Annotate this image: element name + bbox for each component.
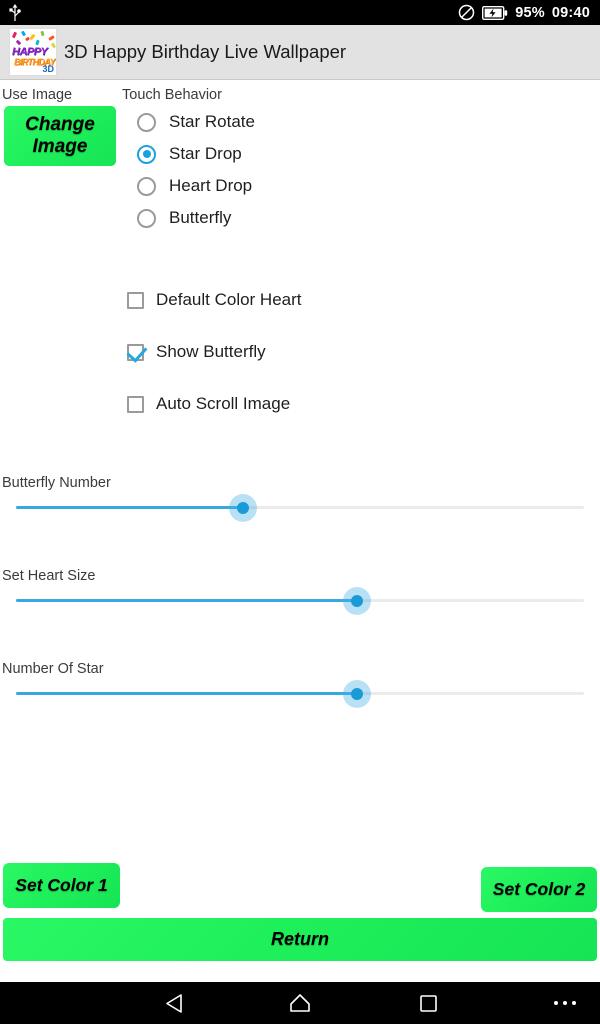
slider-set-heart-size[interactable] xyxy=(16,586,584,616)
checkbox-show-butterfly[interactable]: Show Butterfly xyxy=(127,337,266,367)
app-icon: HAPPY BIRTHDAY 3D xyxy=(9,28,57,76)
checkbox-icon[interactable] xyxy=(127,395,144,413)
checkbox-default-color-heart[interactable]: Default Color Heart xyxy=(127,285,302,315)
set-color-1-button[interactable]: Set Color 1 xyxy=(3,863,120,908)
app-screen: 95% 09:40 HAPPY BIRTHDAY 3D 3D Happy Bir… xyxy=(0,0,600,1024)
nav-back-button[interactable] xyxy=(138,982,208,1024)
return-button[interactable]: Return xyxy=(3,918,597,961)
radio-label: Butterfly xyxy=(169,208,232,227)
action-bar: HAPPY BIRTHDAY 3D 3D Happy Birthday Live… xyxy=(0,25,600,80)
battery-percent-text: 95% xyxy=(515,4,545,21)
slider-thumb[interactable] xyxy=(350,688,363,700)
navigation-bar xyxy=(0,982,600,1024)
checkbox-label: Auto Scroll Image xyxy=(156,394,291,413)
slider-fill xyxy=(16,599,357,602)
checkbox-checked-icon[interactable] xyxy=(127,343,144,361)
checkbox-label: Show Butterfly xyxy=(156,342,266,361)
recents-square-icon xyxy=(419,994,437,1012)
nav-more-button[interactable] xyxy=(540,982,590,1024)
radio-label: Heart Drop xyxy=(169,176,253,195)
radio-circle-icon[interactable] xyxy=(137,208,156,228)
status-bar: 95% 09:40 xyxy=(0,0,600,25)
checkbox-icon[interactable] xyxy=(127,291,144,309)
checkbox-label: Default Color Heart xyxy=(156,290,302,309)
clock-text: 09:40 xyxy=(551,4,590,21)
more-dots-icon xyxy=(554,1001,576,1005)
slider-butterfly-number[interactable] xyxy=(16,493,584,523)
slider-fill xyxy=(16,506,244,509)
page-title: 3D Happy Birthday Live Wallpaper xyxy=(64,41,347,62)
touch-behavior-label: Touch Behavior xyxy=(122,87,222,103)
change-image-button[interactable]: Change Image xyxy=(4,106,116,166)
nav-home-button[interactable] xyxy=(265,982,335,1024)
use-image-label: Use Image xyxy=(2,87,73,103)
slider-thumb[interactable] xyxy=(350,595,363,607)
radio-star-rotate[interactable]: Star Rotate xyxy=(137,106,255,138)
app-icon-word-3d: 3D xyxy=(42,64,54,74)
radio-circle-icon[interactable] xyxy=(137,176,156,196)
radio-label: Star Drop xyxy=(169,144,242,163)
radio-star-drop[interactable]: Star Drop xyxy=(137,138,242,170)
settings-content: Use Image Touch Behavior Change Image St… xyxy=(0,80,600,982)
nav-recents-button[interactable] xyxy=(393,982,463,1024)
usb-icon xyxy=(9,3,21,21)
radio-heart-drop[interactable]: Heart Drop xyxy=(137,170,252,202)
do-not-disturb-icon xyxy=(459,4,475,21)
status-bar-left xyxy=(8,3,22,22)
radio-circle-icon[interactable] xyxy=(137,112,156,132)
checkbox-auto-scroll-image[interactable]: Auto Scroll Image xyxy=(127,389,290,419)
number-of-star-label: Number Of Star xyxy=(2,661,104,677)
set-heart-size-label: Set Heart Size xyxy=(2,568,96,584)
radio-label: Star Rotate xyxy=(169,112,255,131)
butterfly-number-label: Butterfly Number xyxy=(2,475,111,491)
slider-thumb[interactable] xyxy=(237,502,250,514)
radio-butterfly[interactable]: Butterfly xyxy=(137,202,231,234)
slider-fill xyxy=(16,692,357,695)
set-color-2-button[interactable]: Set Color 2 xyxy=(481,867,597,912)
slider-number-of-star[interactable] xyxy=(16,679,584,709)
back-triangle-icon xyxy=(165,993,182,1013)
status-bar-right: 95% 09:40 xyxy=(458,4,590,21)
radio-circle-selected-icon[interactable] xyxy=(137,144,156,164)
battery-charging-icon xyxy=(482,5,508,20)
home-icon xyxy=(290,994,310,1012)
